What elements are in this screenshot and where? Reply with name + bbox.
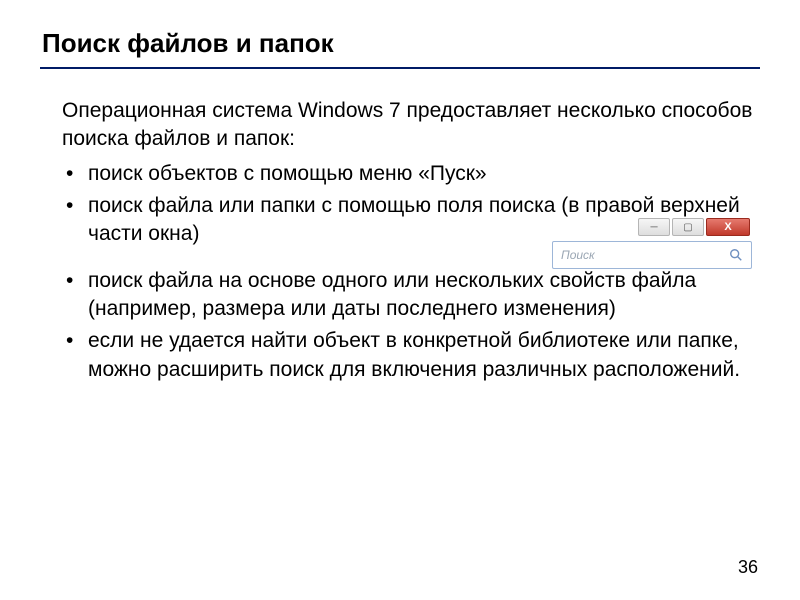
maximize-icon: ▢	[683, 222, 692, 233]
page-title: Поиск файлов и папок	[40, 28, 760, 59]
maximize-button[interactable]: ▢	[672, 218, 704, 236]
search-input[interactable]: Поиск	[552, 241, 752, 269]
list-item: поиск объектов с помощью меню «Пуск»	[62, 160, 756, 188]
minimize-button[interactable]: ─	[638, 218, 670, 236]
slide: Поиск файлов и папок Операционная систем…	[0, 0, 800, 600]
page-number: 36	[738, 557, 758, 578]
bullet-list: поиск файла на основе одного или несколь…	[62, 267, 756, 384]
intro-text: Операционная система Windows 7 предостав…	[62, 97, 756, 154]
search-widget: ─ ▢ X Поиск	[552, 218, 752, 269]
close-button[interactable]: X	[706, 218, 750, 236]
title-rule	[40, 67, 760, 69]
search-placeholder: Поиск	[561, 248, 595, 262]
close-icon: X	[724, 221, 731, 233]
search-icon	[729, 248, 743, 262]
window-controls: ─ ▢ X	[552, 218, 752, 238]
list-item: если не удается найти объект в конкретно…	[62, 327, 756, 384]
minimize-icon: ─	[650, 222, 657, 233]
list-item: поиск файла на основе одного или несколь…	[62, 267, 756, 324]
